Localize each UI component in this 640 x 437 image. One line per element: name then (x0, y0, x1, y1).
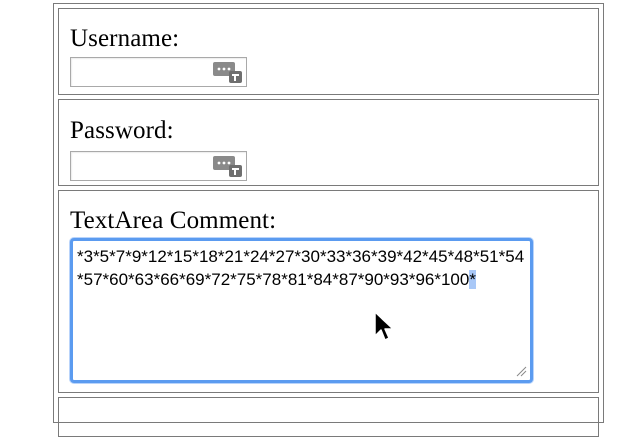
comment-label: TextArea Comment: (70, 207, 277, 234)
comment-text: *3*5*7*9*12*15*18*21*24*27*30*33*36*39*4… (77, 247, 525, 289)
mouse-pointer-icon (374, 311, 394, 341)
password-label: Password: (70, 117, 174, 144)
next-row (58, 397, 599, 437)
username-label: Username: (70, 25, 180, 52)
comment-textarea[interactable]: *3*5*7*9*12*15*18*21*24*27*30*33*36*39*4… (70, 238, 533, 383)
password-input[interactable] (70, 151, 247, 181)
username-input[interactable] (70, 57, 247, 87)
password-row: Password: (58, 99, 599, 186)
resize-grip-icon[interactable] (515, 365, 527, 377)
form-table: Username: Password: TextArea Comment: *3… (53, 3, 604, 437)
password-manager-key-icon[interactable] (212, 155, 244, 178)
comment-selection: * (469, 270, 476, 289)
password-manager-key-icon[interactable] (212, 61, 244, 84)
username-row: Username: (58, 8, 599, 95)
comment-row: TextArea Comment: *3*5*7*9*12*15*18*21*2… (58, 190, 599, 393)
